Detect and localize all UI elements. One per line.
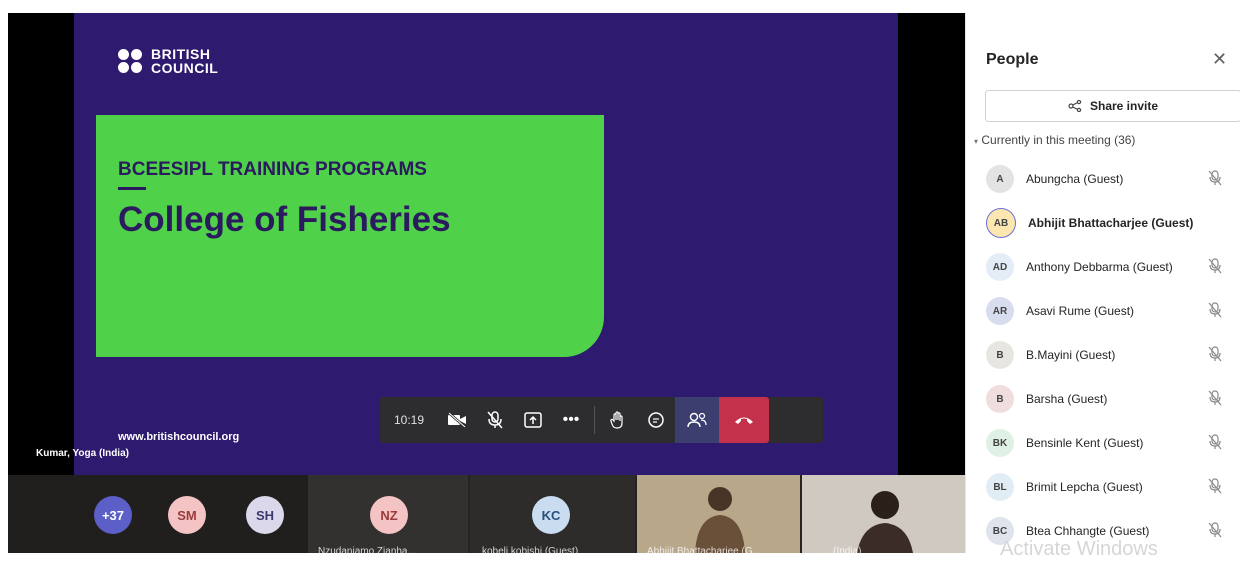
avatar: B — [986, 385, 1014, 413]
avatar: A — [986, 165, 1014, 193]
participant-name: ... (India) — [822, 546, 862, 557]
avatar: KC — [532, 496, 570, 534]
avatar: AB — [986, 208, 1016, 238]
participant-name: Abungcha (Guest) — [1026, 172, 1124, 186]
share-invite-button[interactable]: Share invite — [985, 90, 1240, 122]
avatar: AR — [986, 297, 1014, 325]
more-icon[interactable]: ••• — [552, 397, 590, 443]
college-title: College of Fisheries — [118, 200, 451, 239]
participant-row[interactable]: B B.Mayini (Guest) — [986, 333, 1240, 377]
overflow-tile: +37 SM SH — [8, 475, 308, 553]
logo-line2: COUNCIL — [151, 60, 219, 76]
avatar: BL — [986, 473, 1014, 501]
camera-off-icon[interactable] — [438, 397, 476, 443]
hang-up-icon[interactable] — [719, 397, 769, 443]
people-icon[interactable] — [675, 397, 719, 443]
participant-name: Btea Chhangte (Guest) — [1026, 524, 1150, 538]
people-panel: People ✕ Share invite ▾ Currently in thi… — [965, 13, 1240, 553]
program-title: BCEESIPL TRAINING PROGRAMS — [118, 159, 427, 180]
speaker-label: Kumar, Yoga (India) — [36, 448, 129, 459]
logo-line1: BRITISH — [151, 46, 211, 62]
participant-row[interactable]: AR Asavi Rume (Guest) — [986, 289, 1240, 333]
participant-name: B.Mayini (Guest) — [1026, 348, 1116, 362]
mic-off-icon[interactable] — [476, 397, 514, 443]
participant-row[interactable]: AD Anthony Debbarma (Guest) — [986, 245, 1240, 289]
participant-name: Bensinle Kent (Guest) — [1026, 436, 1144, 450]
avatar[interactable]: SH — [246, 496, 284, 534]
mic-muted-icon — [1208, 521, 1222, 541]
avatar: NZ — [370, 496, 408, 534]
panel-title: People — [986, 51, 1039, 68]
british-council-logo: BRITISH COUNCIL — [118, 47, 238, 77]
participant-name: Brimit Lepcha (Guest) — [1026, 480, 1143, 494]
overflow-count[interactable]: +37 — [94, 496, 132, 534]
close-icon[interactable]: ✕ — [1212, 49, 1227, 70]
participant-name: Abhijit Bhattacharjee (G... — [647, 546, 761, 557]
participant-row[interactable]: AB Abhijit Bhattacharjee (Guest) — [986, 201, 1240, 245]
share-icon — [1068, 100, 1082, 112]
mic-muted-icon — [1208, 433, 1222, 453]
participant-tile[interactable]: KC kobeli kobishi (Guest) — [470, 475, 635, 557]
participant-name: Anthony Debbarma (Guest) — [1026, 260, 1173, 274]
video-tile[interactable]: ... (India) — [802, 475, 965, 557]
call-controls-bar: 10:19 ••• — [380, 397, 823, 443]
mic-muted-icon — [1208, 477, 1222, 497]
mic-muted-icon — [1208, 301, 1222, 321]
avatar: AD — [986, 253, 1014, 281]
person-video-icon — [802, 475, 965, 553]
mic-muted-icon — [1208, 169, 1222, 189]
participant-name: Asavi Rume (Guest) — [1026, 304, 1135, 318]
share-tray-icon[interactable] — [514, 397, 552, 443]
person-video-icon — [637, 475, 800, 553]
section-header[interactable]: ▾ Currently in this meeting (36) — [974, 133, 1135, 147]
participant-name: Barsha (Guest) — [1026, 392, 1108, 406]
section-label: Currently in this meeting (36) — [981, 133, 1136, 147]
people-list: A Abungcha (Guest) AB Abhijit Bhattacharjee… — [986, 157, 1240, 553]
video-tile[interactable]: Abhijit Bhattacharjee (G... — [637, 475, 800, 557]
participant-name: kobeli kobishi (Guest) — [482, 546, 579, 557]
participant-name: Nzudaniamo Zianha... — [318, 546, 416, 557]
mic-muted-icon — [1208, 257, 1222, 277]
logo-dots-icon — [118, 47, 148, 77]
chevron-down-icon: ▾ — [974, 137, 979, 146]
title-card: BCEESIPL TRAINING PROGRAMS College of Fi… — [96, 115, 604, 357]
activation-watermark: Activate Windows — [1000, 538, 1158, 560]
avatar[interactable]: SM — [168, 496, 206, 534]
participant-strip: +37 SM SH NZ Nzudaniamo Zianha... KC kob… — [8, 475, 965, 557]
share-invite-label: Share invite — [1089, 99, 1159, 113]
avatar: BK — [986, 429, 1014, 457]
participant-row[interactable]: A Abungcha (Guest) — [986, 157, 1240, 201]
participant-row[interactable]: B Barsha (Guest) — [986, 377, 1240, 421]
participant-name: Abhijit Bhattacharjee (Guest) — [1028, 216, 1194, 230]
title-rule — [118, 187, 146, 190]
slide-url: www.britishcouncil.org — [118, 431, 240, 443]
chat-icon[interactable] — [637, 397, 675, 443]
participant-row[interactable]: BL Brimit Lepcha (Guest) — [986, 465, 1240, 509]
call-timer: 10:19 — [393, 413, 425, 427]
participant-row[interactable]: BK Bensinle Kent (Guest) — [986, 421, 1240, 465]
controls-divider — [594, 406, 595, 434]
meeting-stage: BRITISH COUNCIL BCEESIPL TRAINING PROGRA… — [0, 0, 965, 557]
raise-hand-icon[interactable] — [599, 397, 637, 443]
mic-muted-icon — [1208, 345, 1222, 365]
mic-muted-icon — [1208, 389, 1222, 409]
participant-tile[interactable]: NZ Nzudaniamo Zianha... — [308, 475, 468, 557]
avatar: B — [986, 341, 1014, 369]
